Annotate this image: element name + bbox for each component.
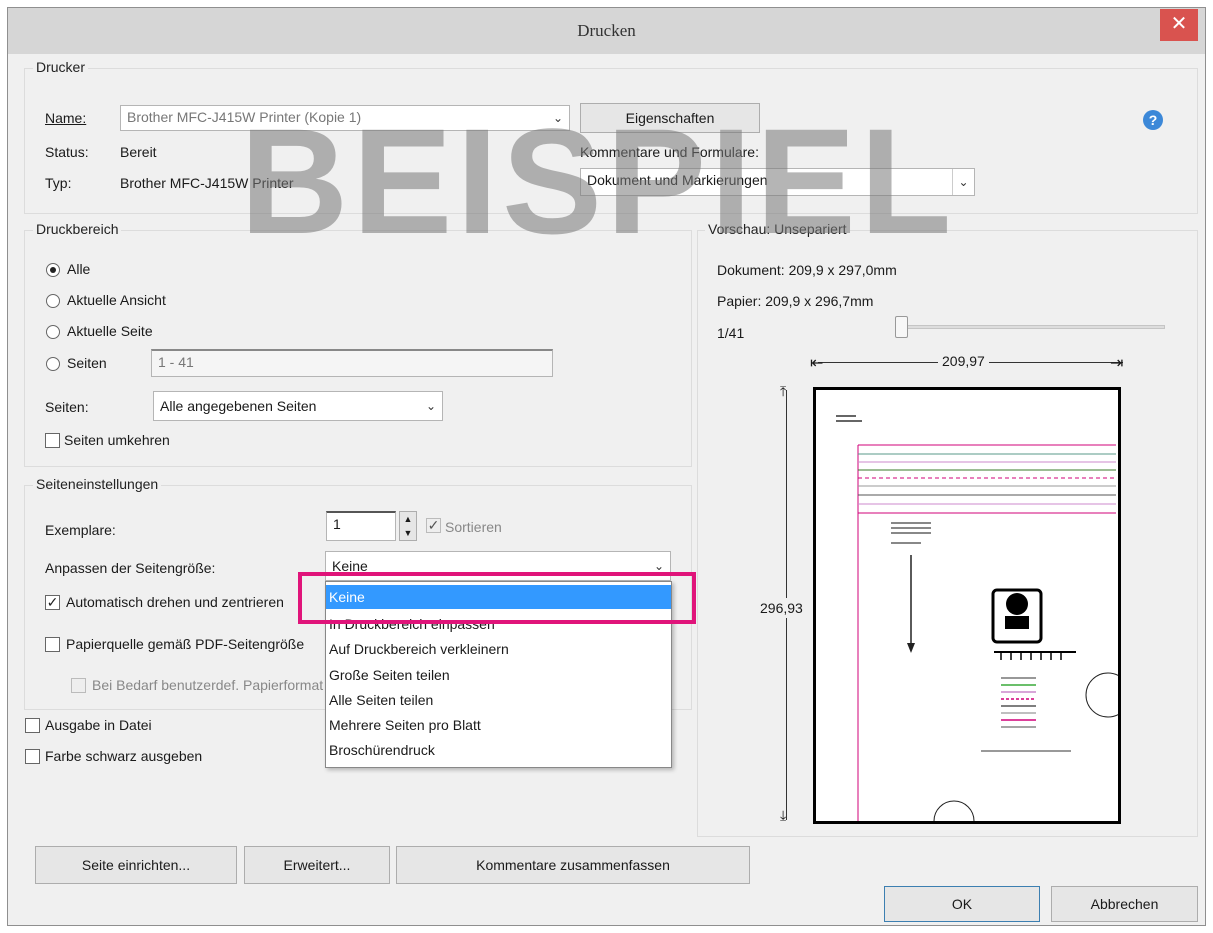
reverse-pages-checkbox[interactable] [45, 433, 60, 448]
copies-input[interactable]: 1 [326, 511, 396, 541]
help-icon[interactable]: ? [1143, 110, 1163, 130]
auto-rotate-label[interactable]: Automatisch drehen und zentrieren [66, 594, 284, 610]
radio-current-page[interactable] [46, 325, 60, 339]
height-dimension-label: 296,93 [760, 598, 803, 618]
auto-rotate-checkbox[interactable]: ✓ [45, 595, 60, 610]
pages-input[interactable]: 1 - 41 [151, 349, 553, 377]
width-dimension-end-icon: ⇥ [1110, 355, 1124, 372]
scaling-label: Anpassen der Seitengröße: [45, 560, 216, 576]
radio-current-view[interactable] [46, 294, 60, 308]
chevron-down-icon: ⌄ [425, 399, 437, 413]
custom-paper-label[interactable]: Bei Bedarf benutzerdef. Papierformat [92, 677, 323, 693]
height-dimension-end-icon: ⤓ [780, 807, 787, 823]
copies-label: Exemplare: [45, 522, 116, 538]
scaling-option[interactable]: Auf Druckbereich verkleinern [326, 637, 671, 661]
page-setup-button[interactable]: Seite einrichten... [35, 846, 237, 884]
pages-subset-value: Alle angegebenen Seiten [160, 398, 317, 414]
page-counter: 1/41 [717, 325, 745, 341]
close-button[interactable]: ✕ [1160, 9, 1198, 41]
black-output-checkbox[interactable] [25, 749, 40, 764]
reverse-pages-label[interactable]: Seiten umkehren [64, 432, 170, 448]
paper-source-checkbox[interactable] [45, 637, 60, 652]
window-title: Drucken [577, 21, 636, 40]
collate-checkbox[interactable]: ✓ [426, 518, 441, 533]
page-slider-thumb[interactable] [895, 316, 908, 338]
radio-all-label[interactable]: Alle [67, 261, 90, 277]
page-preview [813, 387, 1131, 842]
printer-group-label: Drucker [33, 59, 89, 75]
custom-paper-checkbox[interactable] [71, 678, 86, 693]
radio-current-page-label[interactable]: Aktuelle Seite [67, 323, 153, 339]
copies-stepper[interactable]: ▲ ▼ [399, 511, 417, 541]
highlight-frame [298, 572, 696, 624]
status-label: Status: [45, 144, 89, 160]
output-to-file-label[interactable]: Ausgabe in Datei [45, 717, 152, 733]
page-preview-graphic [836, 415, 1131, 842]
paper-size: Papier: 209,9 x 296,7mm [717, 293, 874, 309]
advanced-button[interactable]: Erweitert... [244, 846, 390, 884]
height-dimension-start-icon: ⤒ [780, 383, 787, 399]
black-output-label[interactable]: Farbe schwarz ausgeben [45, 748, 202, 764]
summarize-comments-button[interactable]: Kommentare zusammenfassen [396, 846, 750, 884]
watermark: BEISPIEL [240, 97, 956, 265]
paper-source-label[interactable]: Papierquelle gemäß PDF-Seitengröße [66, 636, 304, 652]
pages-subset-select[interactable]: Alle angegebenen Seiten ⌄ [153, 391, 443, 421]
cancel-button[interactable]: Abbrechen [1051, 886, 1198, 922]
radio-current-view-label[interactable]: Aktuelle Ansicht [67, 292, 166, 308]
scaling-option[interactable]: Broschürendruck [326, 738, 671, 762]
pages-subset-label: Seiten: [45, 399, 89, 415]
title-bar: Drucken ✕ [8, 8, 1205, 54]
name-label: Name: [45, 110, 87, 126]
radio-pages-label[interactable]: Seiten [67, 355, 107, 371]
scaling-option[interactable]: Alle Seiten teilen [326, 688, 671, 712]
radio-pages[interactable] [46, 357, 60, 371]
radio-all[interactable] [46, 263, 60, 277]
type-label: Typ: [45, 175, 72, 191]
width-dimension-label: 209,97 [938, 353, 989, 369]
scaling-option[interactable]: Mehrere Seiten pro Blatt [326, 713, 671, 737]
output-to-file-checkbox[interactable] [25, 718, 40, 733]
width-dimension-start-icon: ⇤ [810, 355, 824, 372]
page-slider-track[interactable] [897, 325, 1165, 329]
ok-button[interactable]: OK [884, 886, 1040, 922]
print-range-group-label: Druckbereich [33, 221, 122, 237]
status-value: Bereit [120, 144, 157, 160]
scaling-option[interactable]: Große Seiten teilen [326, 663, 671, 687]
page-setup-group-label: Seiteneinstellungen [33, 476, 162, 492]
collate-label[interactable]: Sortieren [445, 519, 502, 535]
